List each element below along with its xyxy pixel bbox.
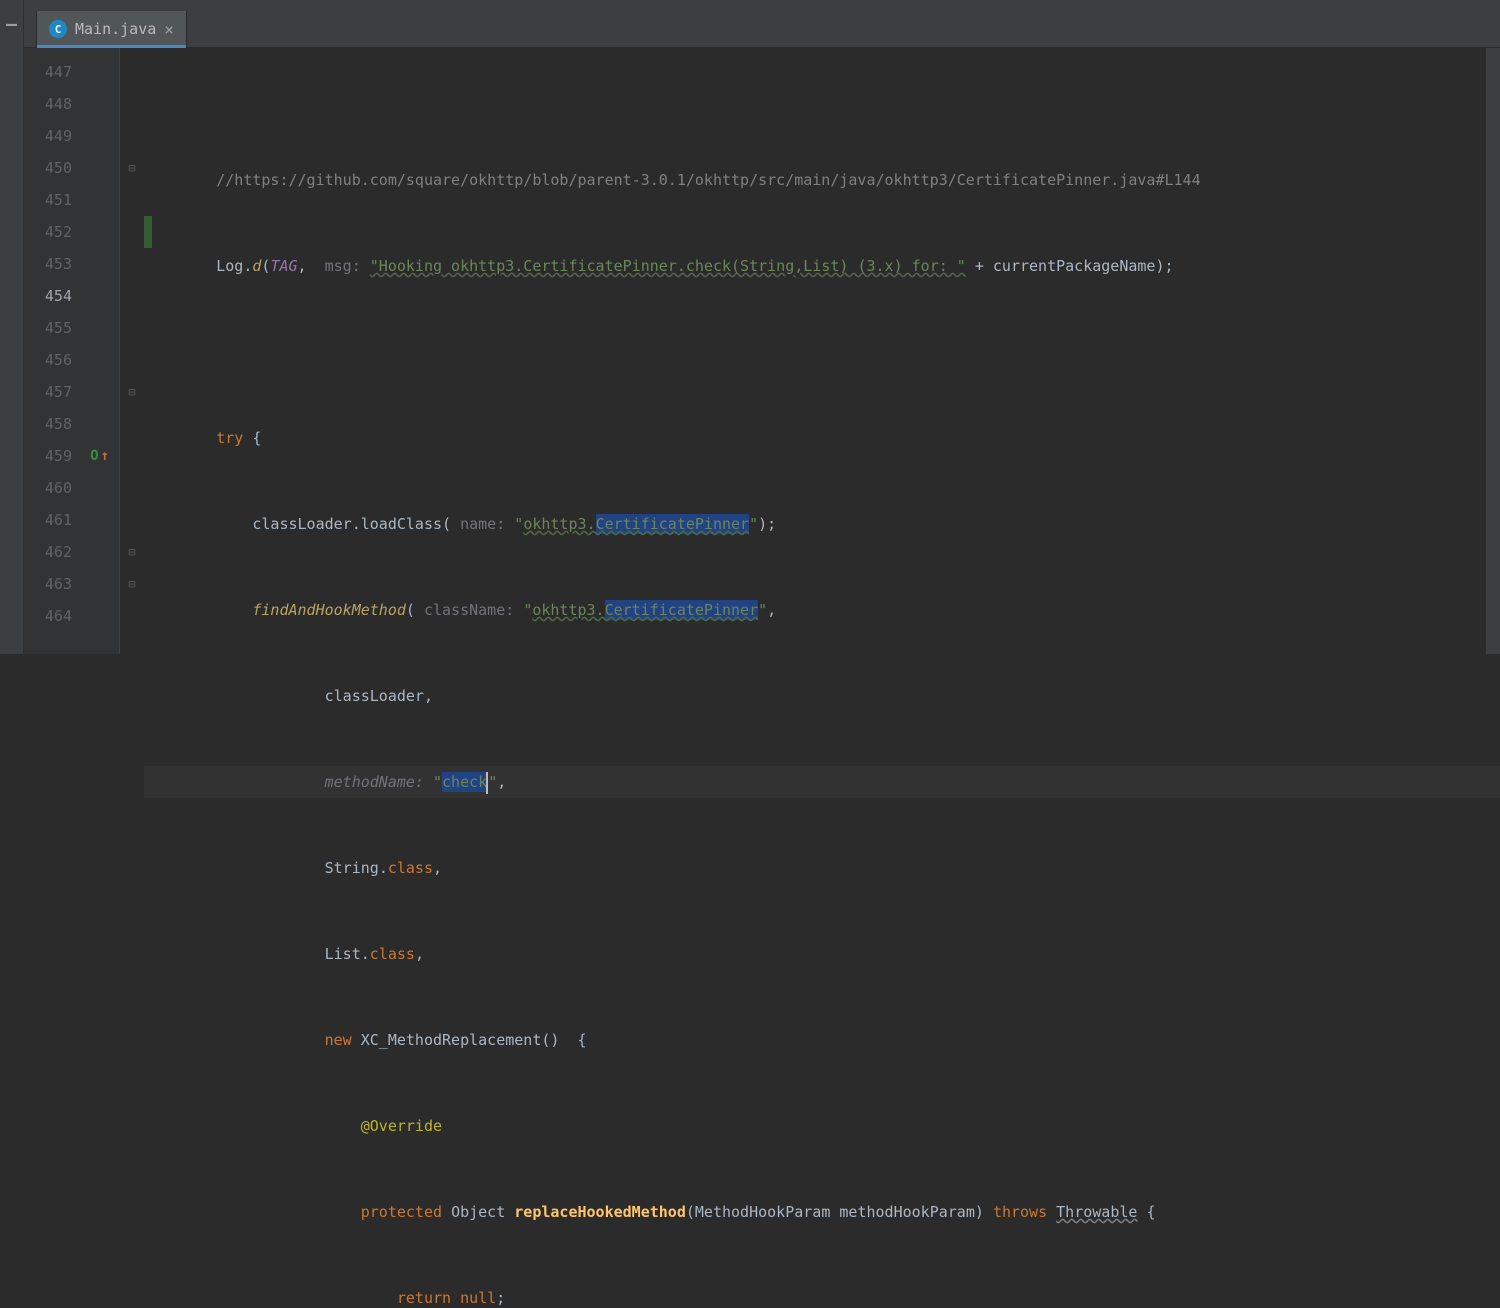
editor-scrollbar[interactable] — [1486, 48, 1500, 654]
fold-toggle-icon[interactable]: ⊟ — [120, 152, 144, 184]
line-number: 458 — [24, 408, 80, 440]
code-line: List.class, — [144, 938, 1500, 970]
tool-window-stripe[interactable] — [0, 48, 24, 654]
line-number: 454 — [24, 280, 80, 312]
code-line: //https://github.com/square/okhttp/blob/… — [144, 164, 1500, 196]
line-number: 447 — [24, 56, 80, 88]
editor-tabbar: C Main.java × — [0, 0, 1500, 48]
fold-toggle-icon[interactable]: ⊟ — [120, 568, 144, 600]
change-marker — [144, 216, 152, 248]
line-number: 460 — [24, 472, 80, 504]
code-line: classLoader.loadClass( name: "okhttp3.Ce… — [144, 508, 1500, 540]
line-number: 463 — [24, 568, 80, 600]
code-line: findAndHookMethod( className: "okhttp3.C… — [144, 594, 1500, 626]
code-line: new XC_MethodReplacement() { — [144, 1024, 1500, 1056]
tab-main-java[interactable]: C Main.java × — [36, 11, 187, 47]
code-line: try { — [144, 422, 1500, 454]
code-line-current: methodName: "check", — [144, 766, 1500, 798]
tool-window-stripe-top[interactable]: — — [0, 0, 24, 48]
gutter-folding: ⊟ ⊟ ⊟ ⊟ — [120, 48, 144, 654]
line-number: 459 — [24, 440, 80, 472]
line-number: 453 — [24, 248, 80, 280]
line-number: 456 — [24, 344, 80, 376]
line-number: 464 — [24, 600, 80, 632]
line-number: 461 — [24, 504, 80, 536]
fold-toggle-icon[interactable]: ⊟ — [120, 536, 144, 568]
java-class-icon: C — [49, 20, 67, 38]
fold-toggle-icon[interactable]: ⊟ — [120, 376, 144, 408]
code-editor[interactable]: 447 448 449 450 451 452 453 454 455 456 … — [24, 48, 1500, 654]
gutter-line-numbers: 447 448 449 450 451 452 453 454 455 456 … — [24, 48, 80, 654]
code-line: String.class, — [144, 852, 1500, 884]
code-line: classLoader, — [144, 680, 1500, 712]
line-number: 449 — [24, 120, 80, 152]
close-icon[interactable]: × — [164, 20, 174, 39]
code-line — [144, 336, 1500, 368]
code-line: @Override — [144, 1110, 1500, 1142]
override-marker-icon[interactable]: O↑ — [80, 440, 119, 472]
code-area[interactable]: //https://github.com/square/okhttp/blob/… — [144, 48, 1500, 654]
code-line: Log.d(TAG, msg: "Hooking okhttp3.Certifi… — [144, 250, 1500, 282]
gutter-icons: O↑ — [80, 48, 120, 654]
tab-filename: Main.java — [75, 20, 156, 38]
line-number: 462 — [24, 536, 80, 568]
line-number: 452 — [24, 216, 80, 248]
line-number: 455 — [24, 312, 80, 344]
minimize-icon: — — [6, 14, 17, 35]
line-number: 450 — [24, 152, 80, 184]
line-number: 451 — [24, 184, 80, 216]
code-line: protected Object replaceHookedMethod(Met… — [144, 1196, 1500, 1228]
code-line: return null; — [144, 1282, 1500, 1308]
line-number: 457 — [24, 376, 80, 408]
line-number: 448 — [24, 88, 80, 120]
